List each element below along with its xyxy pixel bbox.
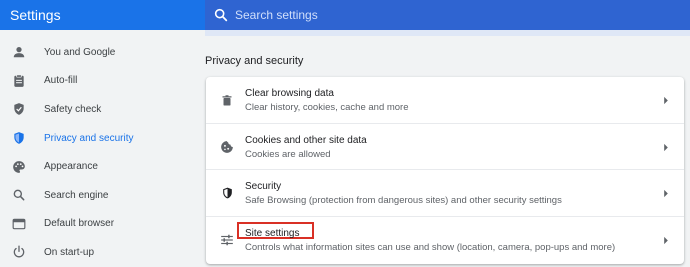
search-input[interactable]	[235, 5, 675, 25]
trash-icon	[220, 93, 234, 107]
row-description: Safe Browsing (protection from dangerous…	[245, 195, 562, 206]
sidebar-item-label: On start-up	[44, 246, 95, 258]
row-title: Security	[245, 181, 282, 192]
row-description: Controls what information sites can use …	[245, 241, 616, 253]
search-icon	[12, 188, 26, 202]
search-bar[interactable]	[205, 0, 690, 30]
sidebar-item-auto-fill[interactable]: Auto-fill	[0, 67, 200, 96]
row-description: Cookies are allowed	[245, 148, 331, 160]
row-description: Clear history, cookies, cache and more	[245, 102, 409, 113]
browser-icon	[12, 217, 26, 231]
clipboard-icon	[12, 74, 26, 88]
sidebar-item-label: Appearance	[44, 161, 98, 173]
security-shield-icon	[220, 186, 234, 200]
sidebar-item-label: Safety check	[44, 103, 102, 115]
row-cookies[interactable]: Cookies and other site data Cookies are …	[206, 124, 684, 170]
row-title: Cookies and other site data	[245, 134, 367, 146]
row-security[interactable]: Security Safe Browsing (protection from …	[206, 170, 684, 217]
sidebar-item-label: You and Google	[44, 46, 116, 58]
row-site-settings[interactable]: Site settings Controls what information …	[206, 217, 684, 264]
chevron-right-icon	[664, 189, 668, 198]
sidebar-item-label: Default browser	[44, 218, 115, 230]
cookie-icon	[220, 140, 234, 154]
header-shadow-strip	[205, 30, 690, 36]
sidebar-item-you-and-google[interactable]: You and Google	[0, 38, 200, 67]
sidebar-item-on-start-up[interactable]: On start-up	[0, 238, 200, 267]
shield-check-icon	[12, 102, 26, 116]
privacy-settings-card: Clear browsing data Clear history, cooki…	[206, 77, 684, 264]
section-title: Privacy and security	[205, 55, 304, 67]
sidebar-item-label: Search engine	[44, 189, 109, 201]
search-icon	[214, 8, 228, 22]
sidebar-item-privacy-and-security[interactable]: Privacy and security	[0, 124, 200, 153]
sidebar-item-safety-check[interactable]: Safety check	[0, 95, 200, 124]
palette-icon	[12, 160, 26, 174]
row-clear-browsing-data[interactable]: Clear browsing data Clear history, cooki…	[206, 77, 684, 124]
sidebar-item-label: Auto-fill	[44, 75, 78, 87]
sidebar-item-default-browser[interactable]: Default browser	[0, 210, 200, 239]
power-icon	[12, 245, 26, 259]
app-title: Settings	[0, 0, 205, 30]
shield-icon	[12, 131, 26, 145]
sidebar-item-appearance[interactable]: Appearance	[0, 152, 200, 181]
chevron-right-icon	[664, 96, 668, 105]
sidebar-top-strip	[0, 30, 205, 36]
row-title: Site settings	[245, 227, 300, 239]
chevron-right-icon	[664, 143, 668, 151]
row-title: Clear browsing data	[245, 88, 334, 99]
sidebar-item-search-engine[interactable]: Search engine	[0, 181, 200, 210]
sidebar-item-label: Privacy and security	[44, 132, 134, 144]
sidebar: You and Google Auto-fill Safety check Pr…	[0, 38, 200, 267]
chevron-right-icon	[664, 236, 668, 244]
person-icon	[12, 45, 26, 59]
tune-icon	[220, 233, 234, 247]
